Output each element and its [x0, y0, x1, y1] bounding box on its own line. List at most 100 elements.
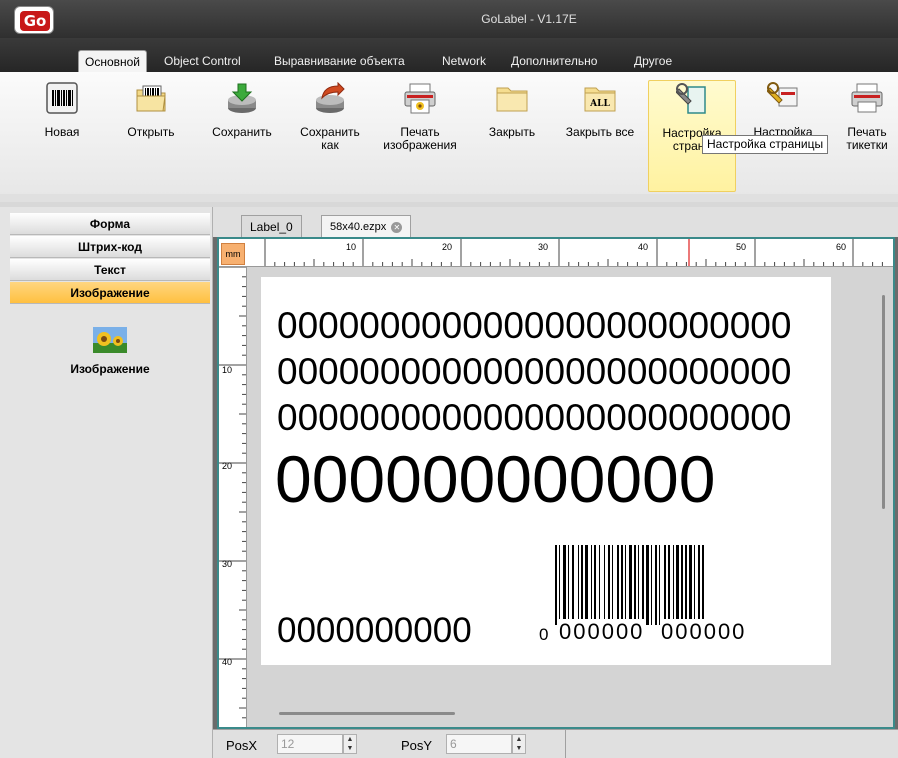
barcode-bar — [621, 545, 623, 625]
design-canvas[interactable]: 10 20 30 40 50 60 mm 10 20 30 40 0000000… — [217, 237, 895, 729]
svg-text:ALL: ALL — [589, 99, 610, 109]
text-object[interactable]: 0000000000000000000000000 — [277, 305, 791, 347]
posy-spinner[interactable]: ▲ ▼ — [512, 734, 526, 754]
posx-field[interactable]: 12 — [277, 734, 343, 754]
section-barcode[interactable]: Штрих-код — [10, 236, 210, 258]
save-as-button[interactable]: Сохранить как — [294, 80, 366, 192]
h-tick-label: 50 — [736, 242, 747, 252]
folder-icon — [496, 87, 528, 112]
barcode-bar — [681, 545, 683, 625]
v-tick-label: 40 — [222, 657, 233, 667]
barcode-bar — [604, 545, 605, 625]
close-button[interactable]: Закрыть — [478, 80, 546, 192]
barcode-bar — [638, 545, 639, 625]
h-tick-label: 40 — [638, 242, 649, 252]
barcode-bar — [608, 545, 610, 625]
barcode-bar — [572, 545, 574, 625]
h-tick-label: 20 — [442, 242, 453, 252]
barcode-bar — [689, 545, 692, 625]
text-object[interactable]: 0000000000000000000000000 — [277, 397, 791, 439]
barcode-bar — [594, 545, 596, 625]
tab-main[interactable]: Основной — [78, 50, 148, 72]
v-tick-label: 30 — [222, 559, 233, 569]
title-bar: Go GoLabel - V1.17E — [0, 0, 898, 38]
image-tool[interactable]: Изображение — [60, 327, 160, 376]
new-button[interactable]: Новая — [36, 80, 88, 192]
barcode-bar — [685, 545, 687, 625]
object-panel: Форма Штрих-код Текст Изображение Изобра… — [0, 207, 213, 758]
text-object-large[interactable]: 000000000000 — [275, 441, 715, 517]
barcode-bar — [629, 545, 632, 625]
section-image[interactable]: Изображение — [10, 282, 210, 304]
ribbon-footer — [0, 194, 898, 202]
barcode-bar — [698, 545, 700, 625]
save-icon — [228, 83, 256, 113]
document-tabs: Label_0 58x40.ezpx ✕ — [213, 207, 898, 237]
vertical-scrollbar[interactable] — [882, 295, 885, 509]
barcode-digit: 0 — [539, 625, 549, 644]
tab-network[interactable]: Network — [436, 50, 492, 72]
h-tick-label: 60 — [836, 242, 847, 252]
image-tool-label: Изображение — [70, 362, 150, 376]
section-text[interactable]: Текст — [10, 259, 210, 281]
barcode-bar — [617, 545, 619, 625]
label-paper[interactable]: 0000000000000000000000000 00000000000000… — [261, 277, 831, 665]
print-label-button[interactable]: Печать тикетки — [836, 80, 898, 192]
barcode-bar — [599, 545, 600, 625]
barcode-bar — [668, 545, 670, 625]
v-tick-label: 10 — [222, 365, 233, 375]
save-button[interactable]: Сохранить — [206, 80, 278, 192]
print-image-icon — [404, 83, 436, 114]
barcode-bar — [676, 545, 679, 625]
text-object[interactable]: 0000000000000000000000000 — [277, 351, 791, 393]
settings-icon — [767, 82, 798, 107]
status-divider — [565, 730, 566, 758]
posx-spinner[interactable]: ▲ ▼ — [343, 734, 357, 754]
print-image-button[interactable]: Печать изображения — [380, 80, 460, 192]
horizontal-ruler-ticks — [264, 239, 883, 266]
barcode-object[interactable]: 0 000000 000000 — [539, 539, 795, 645]
h-tick-label: 10 — [346, 242, 357, 252]
status-bar: PosX 12 ▲ ▼ PosY 6 ▲ ▼ — [213, 729, 898, 758]
barcode-bar — [673, 545, 674, 625]
barcode-bar — [625, 545, 626, 625]
barcode-bar — [581, 545, 583, 625]
barcode-bar — [655, 545, 657, 625]
barcode-bar — [664, 545, 666, 625]
close-all-button[interactable]: ALL Закрыть все — [556, 80, 644, 192]
barcode-bar — [642, 545, 644, 625]
posy-field[interactable]: 6 — [446, 734, 512, 754]
barcode-digits-right: 000000 — [661, 619, 747, 645]
barcode-digits-left: 000000 — [559, 619, 645, 645]
posx-label: PosX — [226, 738, 258, 753]
vertical-ruler: 10 20 30 40 — [219, 267, 247, 727]
page-setup-icon — [676, 83, 706, 114]
horizontal-ruler: 10 20 30 40 50 60 — [219, 239, 893, 267]
document-area: Label_0 58x40.ezpx ✕ 10 20 30 40 50 60 m… — [213, 207, 898, 729]
barcode-bar — [646, 545, 649, 625]
h-tick-label: 30 — [538, 242, 549, 252]
golabel-window: Go GoLabel - V1.17E Основной Object Cont… — [0, 0, 898, 758]
text-object[interactable]: 0000000000 — [277, 611, 472, 651]
barcode-bar — [578, 545, 579, 625]
horizontal-scrollbar[interactable] — [279, 712, 455, 715]
tab-additional[interactable]: Дополнительно — [505, 50, 603, 72]
barcode-bar — [591, 545, 592, 625]
tab-object-control[interactable]: Object Control — [158, 50, 247, 72]
v-tick-label: 20 — [222, 461, 233, 471]
doc-tab-58x40[interactable]: 58x40.ezpx ✕ — [321, 215, 412, 237]
print-label-icon — [851, 83, 883, 113]
barcode-bar — [568, 545, 569, 625]
unit-mm-button[interactable]: mm — [221, 243, 245, 265]
tab-other[interactable]: Другое — [628, 50, 678, 72]
close-tab-icon[interactable]: ✕ — [391, 222, 403, 233]
close-all-icon: ALL — [584, 87, 616, 112]
open-button[interactable]: Открыть — [118, 80, 184, 192]
doc-tab-label-0[interactable]: Label_0 — [241, 215, 302, 237]
barcode-bar — [651, 545, 652, 625]
barcode-bar — [563, 545, 566, 625]
section-shape[interactable]: Форма — [10, 213, 210, 235]
tooltip: Настройка страницы — [702, 135, 829, 154]
sunflower-icon — [93, 327, 127, 353]
tab-object-alignment[interactable]: Выравнивание объекта — [268, 50, 411, 72]
